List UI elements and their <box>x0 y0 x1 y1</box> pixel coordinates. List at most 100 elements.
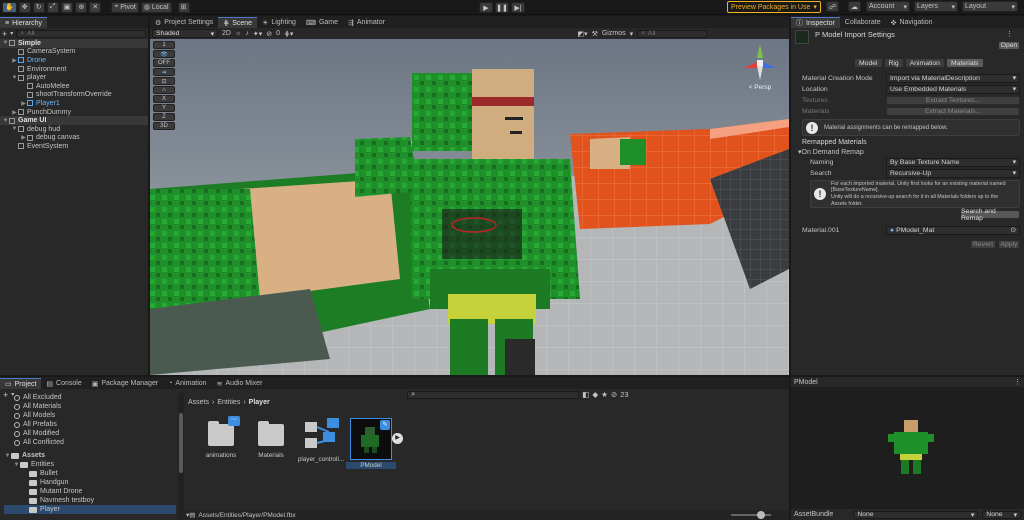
chevron-down-icon[interactable]: ▼ <box>13 462 20 468</box>
favorite-item[interactable]: All Materials <box>4 402 176 411</box>
tab-project-settings[interactable]: ⚙ Project Settings <box>150 17 218 28</box>
filter-type-icon[interactable]: ◧ <box>582 390 589 399</box>
custom-tool-icon[interactable]: ✕ <box>89 1 102 13</box>
asset-tile[interactable]: ⋯ animations <box>196 416 246 459</box>
pivot-toggle[interactable]: ⌖ Pivot <box>111 1 139 13</box>
tree-scrollbar[interactable] <box>178 393 184 520</box>
favorite-item[interactable]: All Excluded <box>4 393 176 402</box>
tab-package-manager[interactable]: ▣ Package Manager <box>87 378 163 389</box>
tree-folder-item[interactable]: Mutant Drone <box>4 487 176 496</box>
chevron-right-icon[interactable]: ▶ <box>20 134 27 141</box>
light-icon[interactable]: ☼ <box>235 30 241 37</box>
scene-viewport[interactable]: 1 👁 OFF ➔ ⊡ ⌂ X Y Z 3D < Persp <box>150 39 789 375</box>
assets-root[interactable]: ▼ Assets <box>4 451 176 460</box>
assetbundle-variant-dropdown[interactable]: None ▾ <box>982 510 1021 519</box>
chevron-down-icon[interactable]: ▼ <box>2 40 9 46</box>
project-search-input[interactable]: ⌕ <box>407 390 580 399</box>
chevron-right-icon[interactable]: ▶ <box>11 57 18 64</box>
step-icon[interactable]: ▶| <box>511 2 525 13</box>
overlay-tool-1[interactable]: 1 <box>153 41 175 49</box>
tab-navigation[interactable]: ✜ Navigation <box>886 17 938 28</box>
layout-dropdown[interactable]: Layout ▾ <box>962 1 1018 12</box>
tab-animation[interactable]: ◔ Animation <box>163 378 211 389</box>
assetbundle-dropdown[interactable]: None ▾ <box>853 510 979 519</box>
asset-tile[interactable]: ✎ ▶ PModel <box>346 418 403 469</box>
hierarchy-item[interactable]: ▼ player <box>0 73 148 82</box>
open-button[interactable]: Open <box>998 41 1020 50</box>
hierarchy-item[interactable]: CameraSystem <box>0 48 148 57</box>
tab-hierarchy[interactable]: ≡ Hierarchy <box>0 17 48 28</box>
chevron-right-icon[interactable]: ▶ <box>20 100 27 107</box>
preview-packages-badge[interactable]: Preview Packages in Use ▾ <box>727 1 821 13</box>
favorite-item[interactable]: All Models <box>4 411 176 420</box>
object-picker-icon[interactable]: ⊙ <box>1010 226 1016 234</box>
breadcrumb-player[interactable]: Player <box>249 399 270 406</box>
naming-dropdown[interactable]: By Base Texture Name ▾ <box>886 157 1020 167</box>
grid-snap-button[interactable]: ⊞ <box>177 1 190 13</box>
account-dropdown[interactable]: Account ▾ <box>866 1 910 12</box>
snap-icon[interactable]: ⊡ <box>153 77 175 85</box>
play-icon[interactable]: ▶ <box>479 2 493 13</box>
favorite-item[interactable]: All Modified <box>4 429 176 438</box>
chevron-down-icon[interactable]: ▼ <box>4 453 11 459</box>
pause-icon[interactable]: ❚❚ <box>495 2 509 13</box>
tab-lighting[interactable]: ☀ Lighting <box>257 17 301 28</box>
revert-button[interactable]: Revert <box>970 240 996 249</box>
favorite-item[interactable]: All Conflicted <box>4 438 176 447</box>
mode-2d-toggle[interactable]: 2D <box>222 30 231 37</box>
subtab-model[interactable]: Model <box>854 58 883 68</box>
scene-search-input[interactable]: ⌕ All <box>637 29 708 38</box>
asset-tile[interactable]: Materials <box>246 418 296 459</box>
tree-scrollbar-thumb[interactable] <box>179 413 183 473</box>
rotate-tool-icon[interactable]: ↻ <box>32 1 45 13</box>
favorite-icon[interactable]: ★ <box>601 390 608 399</box>
hierarchy-item[interactable]: ▶ Drone <box>0 56 148 65</box>
filter-label-icon[interactable]: ◆ <box>592 390 598 399</box>
breadcrumb-assets[interactable]: Assets <box>188 399 209 406</box>
tab-audio-mixer[interactable]: ≋ Audio Mixer <box>212 378 268 389</box>
extract-textures-button[interactable]: Extract Textures... <box>886 95 1020 105</box>
hierarchy-item[interactable]: AutoMelee <box>0 82 148 91</box>
move-tool-icon[interactable]: ✥ <box>18 1 31 13</box>
model-preview[interactable] <box>886 410 936 480</box>
scale-tool-icon[interactable]: ⤢ <box>46 1 59 13</box>
hidden-packages-icon[interactable]: ⊘ <box>611 390 617 399</box>
play-preview-icon[interactable]: ▶ <box>392 433 403 444</box>
add-icon[interactable]: + <box>2 29 7 39</box>
hierarchy-search-input[interactable]: ⌕ All <box>16 29 146 38</box>
chevron-down-icon[interactable]: ▼ <box>11 75 18 81</box>
search-and-remap-button[interactable]: Search and Remap <box>960 208 1020 222</box>
audio-icon[interactable]: ♪ <box>245 30 249 37</box>
search-dropdown[interactable]: Recursive-Up ▾ <box>886 168 1020 178</box>
tree-folder-item[interactable]: Bullet <box>4 469 176 478</box>
cloud-icon[interactable]: ☁ <box>848 1 861 12</box>
tab-console[interactable]: ▤ Console <box>41 378 86 389</box>
tree-folder-item[interactable]: Navmesh testboy <box>4 496 176 505</box>
preview-menu-icon[interactable]: ⋮ <box>1014 378 1021 386</box>
collab-icon[interactable]: ☍ <box>826 1 840 12</box>
overlay-z-axis[interactable]: Z <box>153 113 175 121</box>
lock-icon[interactable]: ⌂ <box>153 86 175 94</box>
hierarchy-item[interactable]: ▶ debug canvas <box>0 134 148 143</box>
overlay-3d-toggle[interactable]: 3D <box>153 122 175 130</box>
subtab-rig[interactable]: Rig <box>883 58 904 68</box>
local-toggle[interactable]: ◍ Local <box>140 1 172 13</box>
tab-scene[interactable]: ⋕ Scene <box>218 17 258 28</box>
hierarchy-item[interactable]: Environment <box>0 65 148 74</box>
hierarchy-item[interactable]: ▶ PunchDummy <box>0 108 148 117</box>
tab-project[interactable]: ▭ Project <box>0 378 42 389</box>
hierarchy-item[interactable]: ▼ Simple <box>0 39 148 48</box>
effects-icon[interactable]: ✦▾ <box>253 30 262 38</box>
material-creation-dropdown[interactable]: Import via MaterialDescription ▾ <box>886 73 1020 83</box>
breadcrumb-entities[interactable]: Entities <box>217 399 240 406</box>
tab-inspector[interactable]: ⓘ Inspector <box>791 17 840 28</box>
shading-dropdown[interactable]: Shaded ▾ <box>152 29 218 38</box>
persp-label[interactable]: < Persp <box>740 84 780 91</box>
chevron-down-icon[interactable]: ▾ <box>10 30 13 37</box>
icon-size-slider-thumb[interactable] <box>757 511 765 519</box>
camera-icon[interactable]: ◩▾ <box>577 30 587 38</box>
transform-tool-icon[interactable]: ⊕ <box>75 1 88 13</box>
tab-animator[interactable]: ⇶ Animator <box>343 17 390 28</box>
overlay-x-axis[interactable]: X <box>153 95 175 103</box>
layers-dropdown[interactable]: Layers ▾ <box>914 1 958 12</box>
